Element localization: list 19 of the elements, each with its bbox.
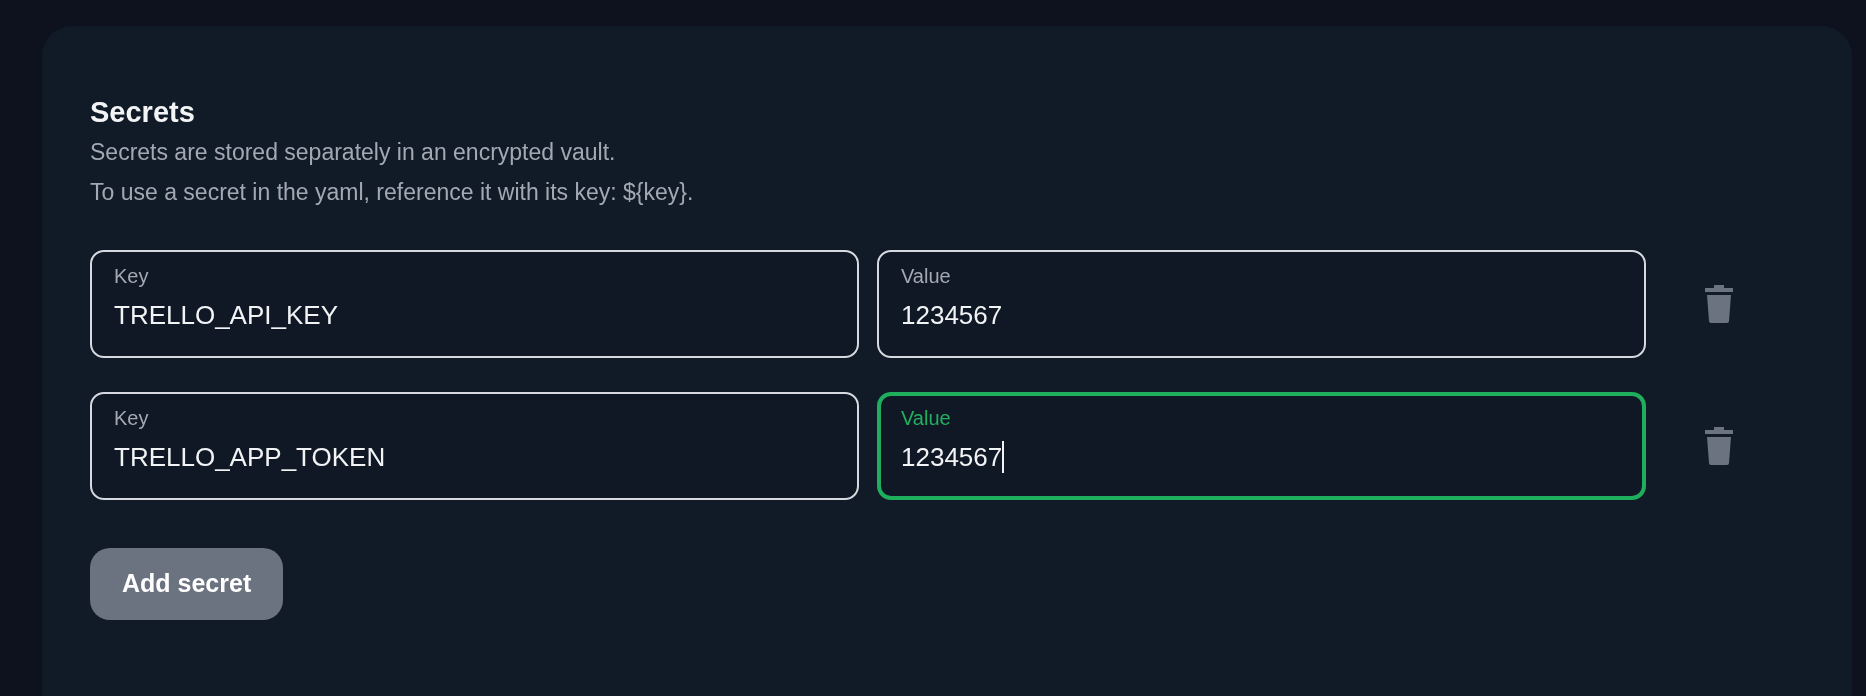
field-label: Key [114,406,149,431]
trash-icon[interactable] [1705,285,1733,323]
section-title: Secrets [90,95,195,130]
input-field[interactable]: Key TRELLO_APP_TOKEN [90,392,859,500]
description-text: To use a secret in the yaml, reference it with its key: ${key}. [90,178,694,207]
input-field[interactable]: Value 1234567 [877,250,1646,358]
field-value: 1234567 [901,441,1003,474]
field-label: Value [901,264,951,289]
add-secret-button[interactable]: Add secret [90,548,284,620]
field-value: 1234567 [901,299,1003,332]
input-field[interactable]: Value 1234567 [877,392,1646,500]
field-label: Key [114,264,149,289]
field-label: Value [901,406,951,431]
field-value: TRELLO_APP_TOKEN [114,441,386,474]
text-cursor [1002,441,1005,473]
field-value: TRELLO_API_KEY [114,299,338,332]
input-field[interactable]: Key TRELLO_API_KEY [90,250,859,358]
description-text: Secrets are stored separately in an encrypted vault. [90,138,616,167]
trash-icon[interactable] [1705,427,1733,465]
